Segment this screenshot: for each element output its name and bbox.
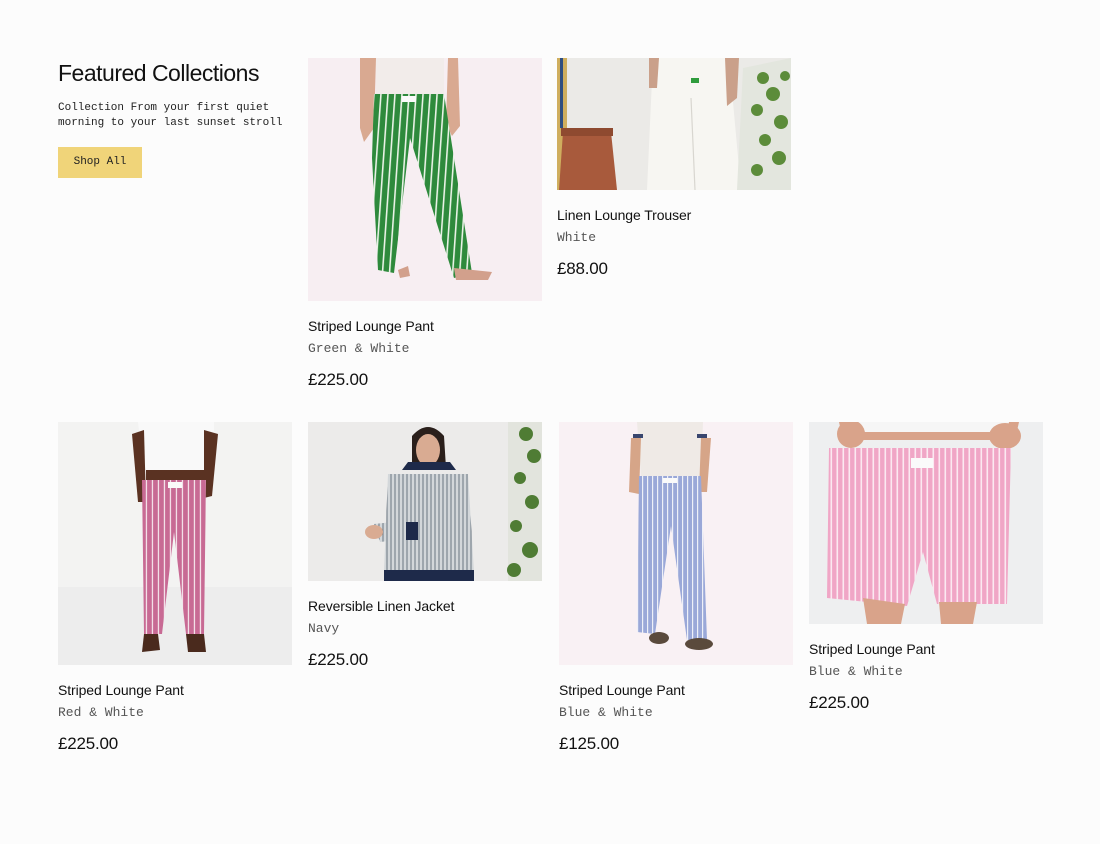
product-title[interactable]: Striped Lounge Pant bbox=[559, 682, 793, 698]
product-price: £125.00 bbox=[559, 734, 620, 753]
product-price: £225.00 bbox=[308, 650, 369, 669]
product-title[interactable]: Linen Lounge Trouser bbox=[557, 207, 791, 223]
product-card[interactable]: Linen Lounge Trouser White £88.00 bbox=[557, 58, 791, 279]
product-title[interactable]: Striped Lounge Pant bbox=[809, 641, 1043, 657]
product-card[interactable]: Striped Lounge Pant Green & White £225.0… bbox=[308, 58, 542, 390]
product-image-green-striped-pant[interactable] bbox=[308, 58, 542, 301]
product-variant: Green & White bbox=[308, 341, 410, 356]
product-title[interactable]: Reversible Linen Jacket bbox=[308, 598, 542, 614]
product-image-linen-jacket[interactable] bbox=[308, 422, 542, 581]
product-price: £225.00 bbox=[58, 734, 119, 753]
product-variant: Blue & White bbox=[559, 705, 653, 720]
product-card[interactable]: Striped Lounge Pant Red & White £225.00 bbox=[58, 422, 292, 754]
shop-all-button[interactable]: Shop All bbox=[58, 147, 142, 178]
product-price: £225.00 bbox=[308, 370, 369, 389]
product-image-red-striped-pant[interactable] bbox=[58, 422, 292, 665]
product-variant: White bbox=[557, 230, 597, 245]
product-image-pink-striped-shorts[interactable] bbox=[809, 422, 1043, 624]
section-description: Collection From your first quiet morning… bbox=[58, 102, 283, 129]
featured-collections-intro: Featured Collections Collection From you… bbox=[58, 60, 293, 178]
product-image-blue-striped-pant[interactable] bbox=[559, 422, 793, 665]
product-variant: Navy bbox=[308, 621, 340, 636]
section-heading: Featured Collections bbox=[58, 60, 259, 86]
product-price: £88.00 bbox=[557, 259, 608, 278]
product-card[interactable]: Striped Lounge Pant Blue & White £125.00 bbox=[559, 422, 793, 754]
product-title[interactable]: Striped Lounge Pant bbox=[308, 318, 542, 334]
product-price: £225.00 bbox=[809, 693, 870, 712]
product-card[interactable]: Striped Lounge Pant Blue & White £225.00 bbox=[809, 422, 1043, 713]
product-title[interactable]: Striped Lounge Pant bbox=[58, 682, 292, 698]
product-image-white-linen-trouser[interactable] bbox=[557, 58, 791, 190]
product-card[interactable]: Reversible Linen Jacket Navy £225.00 bbox=[308, 422, 542, 670]
product-variant: Red & White bbox=[58, 705, 144, 720]
product-variant: Blue & White bbox=[809, 664, 903, 679]
